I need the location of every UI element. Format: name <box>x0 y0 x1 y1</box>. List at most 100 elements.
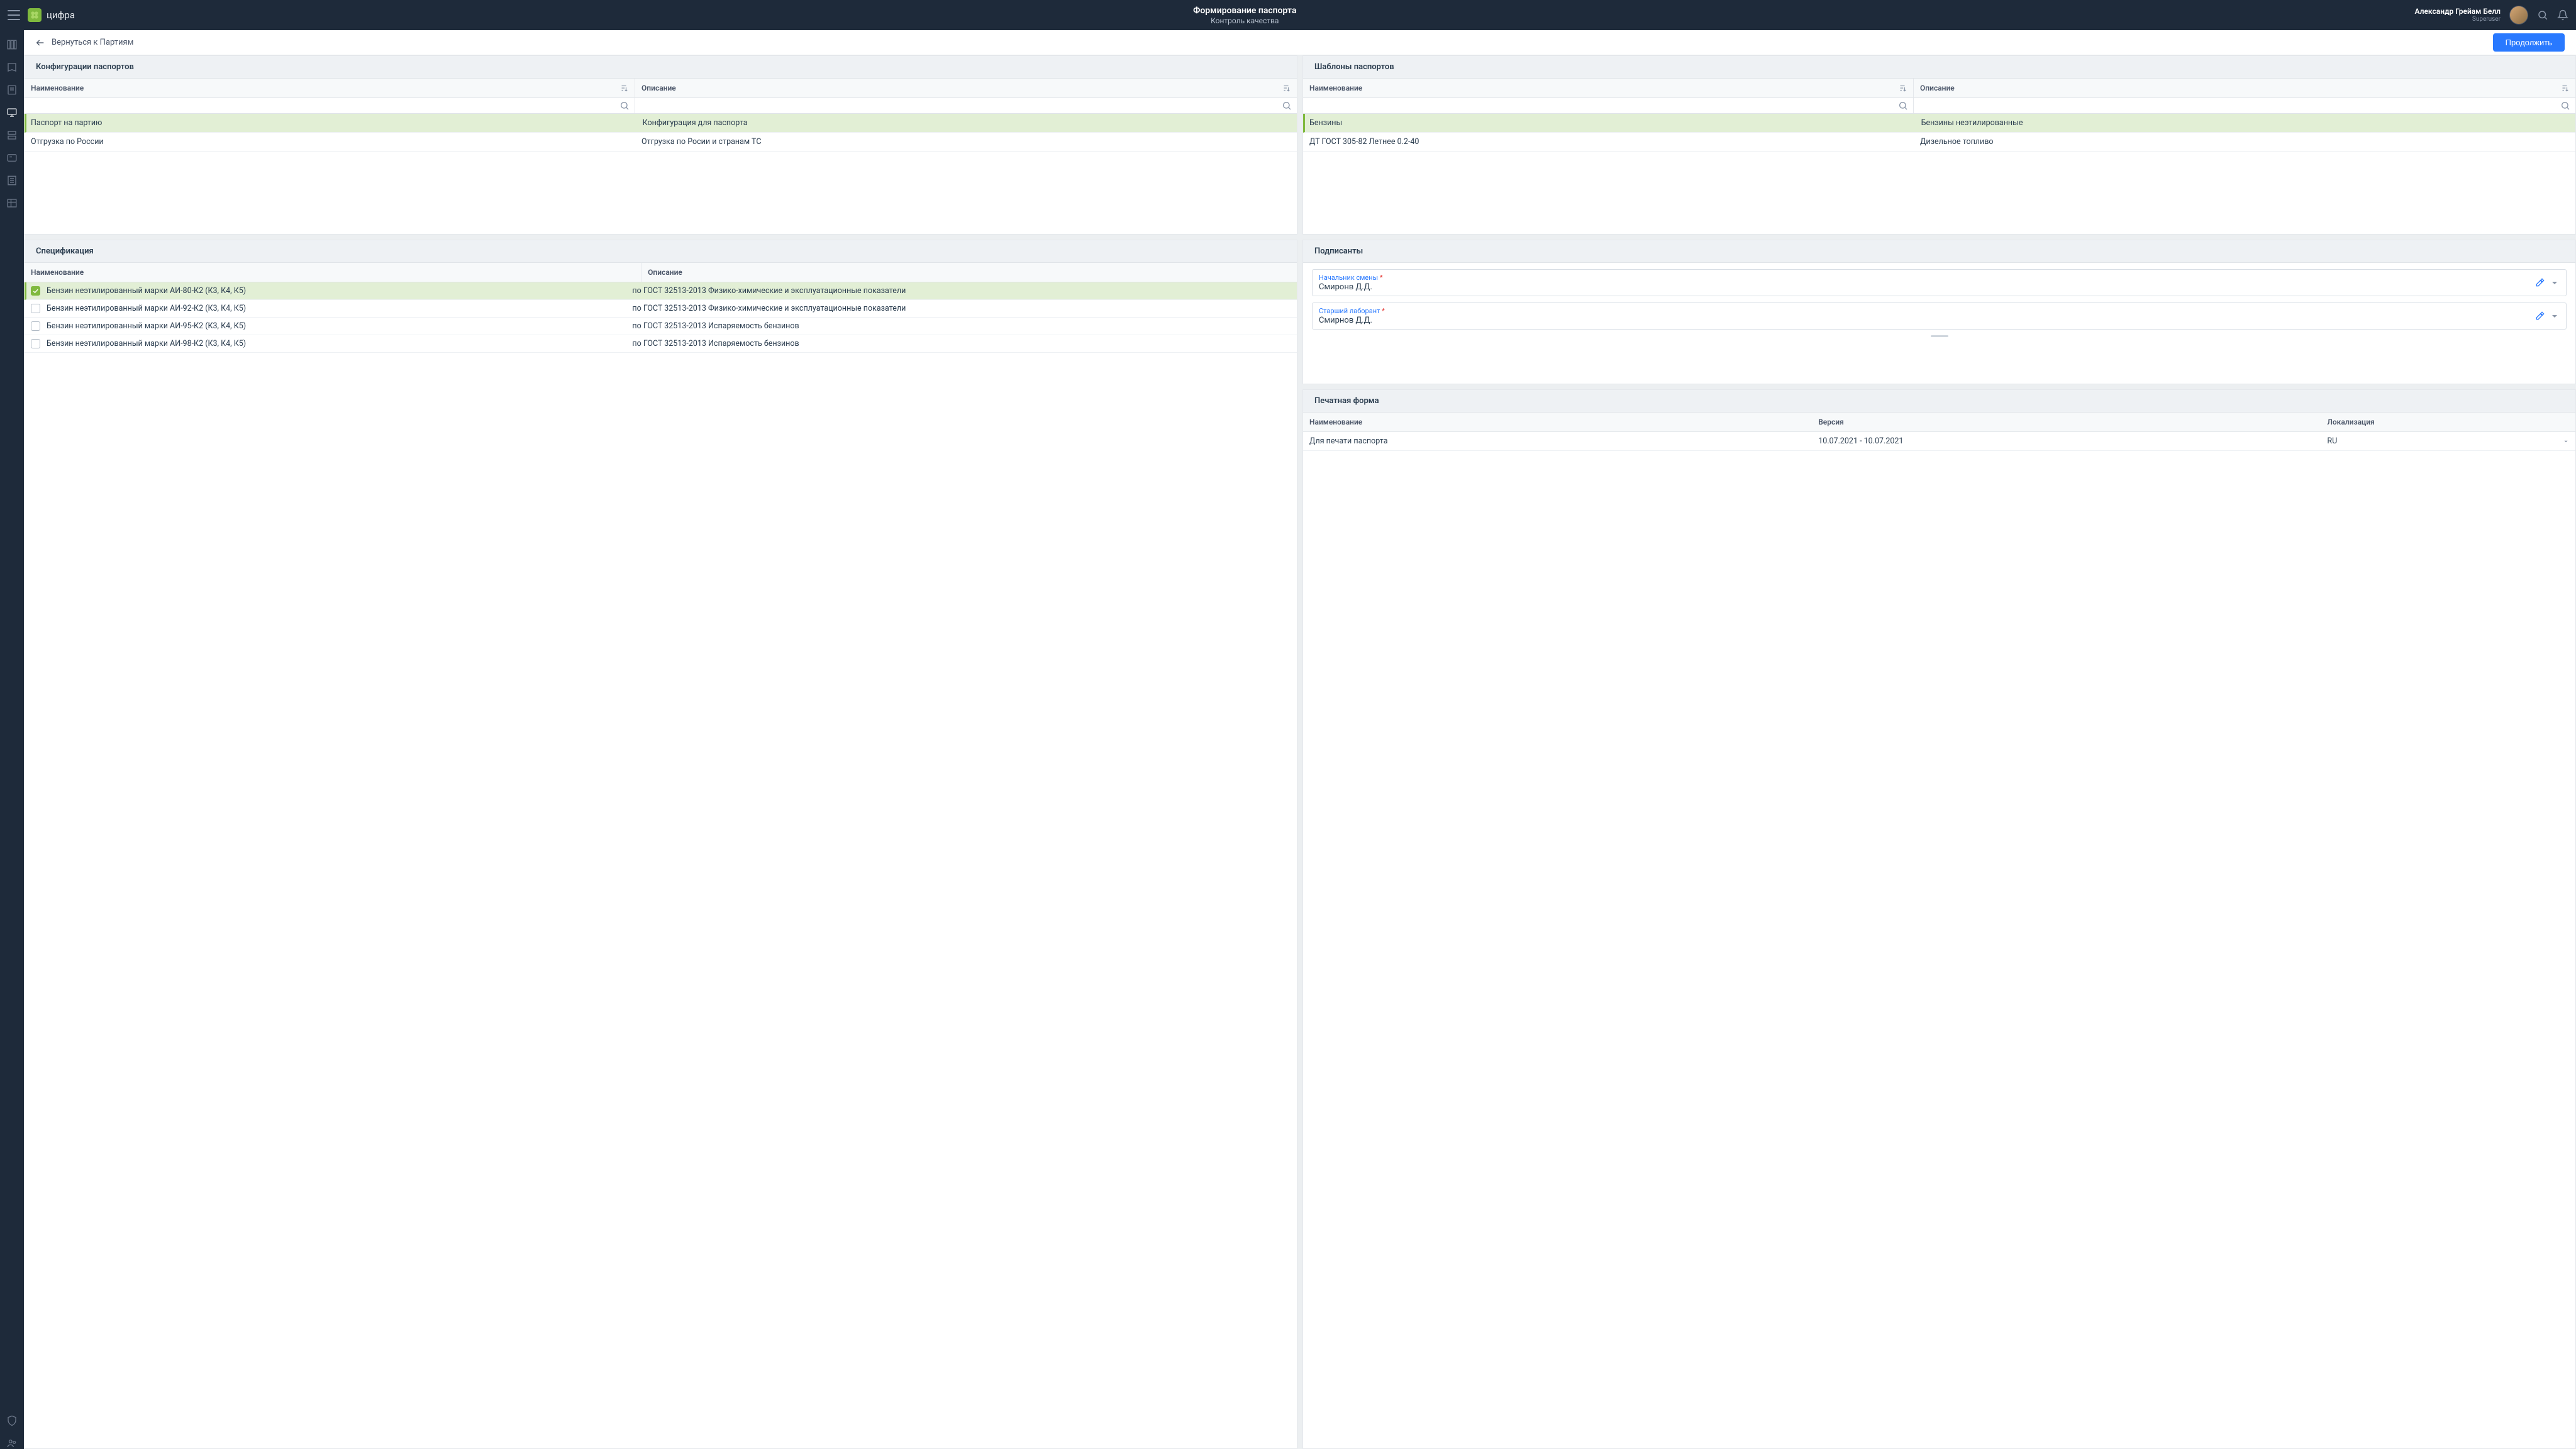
arrow-left-icon <box>35 38 45 48</box>
nav-monitor-icon[interactable] <box>6 107 18 118</box>
sort-icon <box>1898 84 1907 92</box>
search-icon[interactable] <box>619 101 630 111</box>
brand-text: цифра <box>47 9 75 21</box>
nav-book-icon[interactable] <box>6 62 18 73</box>
cell-desc: по ГОСТ 32513-2013 Физико-химические и э… <box>632 304 1291 313</box>
configs-title: Конфигурации паспортов <box>25 56 1297 79</box>
spec-col-name[interactable]: Наименование <box>25 263 641 282</box>
cell-name: Отгрузка по России <box>25 133 635 151</box>
app-header: цифра Формирование паспорта Контроль кач… <box>0 0 2576 30</box>
configs-col-name[interactable]: Наименование <box>25 79 635 97</box>
brand-logo[interactable]: цифра <box>28 8 75 22</box>
sort-icon <box>1282 84 1291 92</box>
signer-value: Смирнов Д.Д. <box>1319 316 2534 325</box>
templates-filter-name[interactable] <box>1308 101 1898 110</box>
nav-sidebar <box>0 30 24 1449</box>
cell-name: Бензин неэтилированный марки АИ-98-К2 (К… <box>47 339 626 348</box>
cell-name: Бензин неэтилированный марки АИ-95-К2 (К… <box>47 321 626 331</box>
signer-value: Смиронв Д.Д. <box>1319 282 2534 292</box>
sort-icon <box>2560 84 2569 92</box>
cell-desc: по ГОСТ 32513-2013 Испаряемость бензинов <box>632 339 1291 348</box>
templates-col-name[interactable]: Наименование <box>1303 79 1914 97</box>
page-title: Формирование паспорта <box>75 6 2415 16</box>
print-panel: Печатная форма Наименование Версия Локал… <box>1302 389 2576 1449</box>
search-icon[interactable] <box>1898 101 1908 111</box>
configs-col-desc[interactable]: Описание <box>635 79 1297 97</box>
avatar[interactable] <box>2509 6 2528 25</box>
nav-card-icon[interactable] <box>6 152 18 164</box>
cell-desc: Бензины неэтилированные <box>1915 114 2575 132</box>
nav-users-icon[interactable] <box>6 1438 18 1449</box>
chevron-down-icon[interactable] <box>2550 278 2560 288</box>
checkbox[interactable] <box>31 321 40 331</box>
print-col-locale[interactable]: Локализация <box>2321 413 2575 431</box>
nav-doc-icon[interactable] <box>6 84 18 96</box>
checkbox[interactable] <box>31 286 40 296</box>
configs-filter-name[interactable] <box>30 101 619 110</box>
cell-desc: по ГОСТ 32513-2013 Испаряемость бензинов <box>632 321 1291 331</box>
print-title: Печатная форма <box>1303 390 2575 413</box>
table-row[interactable]: Для печати паспорта10.07.2021 - 10.07.20… <box>1303 432 2575 451</box>
chevron-down-icon[interactable] <box>2550 311 2560 321</box>
back-button[interactable]: Вернуться к Партиям <box>35 38 133 48</box>
spec-panel: Спецификация Наименование Описание Бензи… <box>24 240 1297 1449</box>
cell-desc: по ГОСТ 32513-2013 Физико-химические и э… <box>632 286 1291 296</box>
hamburger-menu[interactable] <box>8 9 20 21</box>
list-item[interactable]: Бензин неэтилированный марки АИ-98-К2 (К… <box>25 335 1297 353</box>
cell-desc: Отгрузка по Росии и странам ТС <box>635 133 1297 151</box>
list-item[interactable]: Бензин неэтилированный марки АИ-92-К2 (К… <box>25 300 1297 318</box>
caret-down-icon <box>2563 438 2569 445</box>
search-icon[interactable] <box>1282 101 1292 111</box>
nav-list-icon[interactable] <box>6 175 18 186</box>
signer-label: Начальник смены * <box>1319 274 2534 282</box>
nav-table-icon[interactable] <box>6 197 18 209</box>
brush-icon[interactable] <box>2534 311 2545 321</box>
nav-dashboard-icon[interactable] <box>6 39 18 50</box>
cell-name: Бензин неэтилированный марки АИ-80-К2 (К… <box>47 286 626 296</box>
signers-title: Подписанты <box>1303 240 2575 263</box>
toolbar: Вернуться к Партиям Продолжить <box>24 30 2576 55</box>
cell-desc: Конфигурация для паспорта <box>636 114 1297 132</box>
signer-field[interactable]: Старший лаборант *Смирнов Д.Д. <box>1312 303 2567 330</box>
locale-select[interactable]: RU <box>2321 432 2575 450</box>
table-row[interactable]: Отгрузка по РоссииОтгрузка по Росии и ст… <box>25 133 1297 152</box>
signer-label: Старший лаборант * <box>1319 307 2534 315</box>
cell-name: Бензины <box>1305 114 1915 132</box>
configs-panel: Конфигурации паспортов Наименование Опис… <box>24 55 1297 235</box>
print-col-version[interactable]: Версия <box>1812 413 2321 431</box>
signers-panel: Подписанты Начальник смены *Смиронв Д.Д.… <box>1302 240 2576 384</box>
signer-field[interactable]: Начальник смены *Смиронв Д.Д. <box>1312 269 2567 296</box>
continue-button[interactable]: Продолжить <box>2493 33 2565 52</box>
spec-col-desc[interactable]: Описание <box>641 263 1297 282</box>
logo-icon <box>28 8 42 22</box>
page-subtitle: Контроль качества <box>75 16 2415 25</box>
templates-title: Шаблоны паспортов <box>1303 56 2575 79</box>
configs-filter-desc[interactable] <box>640 101 1282 110</box>
cell-name: ДТ ГОСТ 305-82 Летнее 0.2-40 <box>1303 133 1914 151</box>
checkbox[interactable] <box>31 339 40 348</box>
templates-col-desc[interactable]: Описание <box>1914 79 2575 97</box>
table-row[interactable]: БензиныБензины неэтилированные <box>1303 114 2575 133</box>
user-name: Александр Грейам Белл <box>2415 7 2501 16</box>
nav-server-icon[interactable] <box>6 130 18 141</box>
cell-name: Бензин неэтилированный марки АИ-92-К2 (К… <box>47 304 626 313</box>
brush-icon[interactable] <box>2534 278 2545 288</box>
search-icon[interactable] <box>2537 9 2548 21</box>
templates-filter-desc[interactable] <box>1919 101 2560 110</box>
cell-name: Паспорт на партию <box>26 114 636 132</box>
user-info[interactable]: Александр Грейам Белл Superuser <box>2415 7 2501 23</box>
checkbox[interactable] <box>31 304 40 313</box>
search-icon[interactable] <box>2560 101 2570 111</box>
nav-shield-icon[interactable] <box>6 1415 18 1426</box>
list-item[interactable]: Бензин неэтилированный марки АИ-95-К2 (К… <box>25 318 1297 335</box>
table-row[interactable]: ДТ ГОСТ 305-82 Летнее 0.2-40Дизельное то… <box>1303 133 2575 152</box>
spec-title: Спецификация <box>25 240 1297 263</box>
cell-desc: Дизельное топливо <box>1914 133 2575 151</box>
table-row[interactable]: Паспорт на партиюКонфигурация для паспор… <box>25 114 1297 133</box>
print-col-name[interactable]: Наименование <box>1303 413 1812 431</box>
list-item[interactable]: Бензин неэтилированный марки АИ-80-К2 (К… <box>25 282 1297 300</box>
user-role: Superuser <box>2415 16 2501 23</box>
templates-panel: Шаблоны паспортов Наименование Описание … <box>1302 55 2576 235</box>
bell-icon[interactable] <box>2557 9 2568 21</box>
back-label: Вернуться к Партиям <box>52 38 133 47</box>
